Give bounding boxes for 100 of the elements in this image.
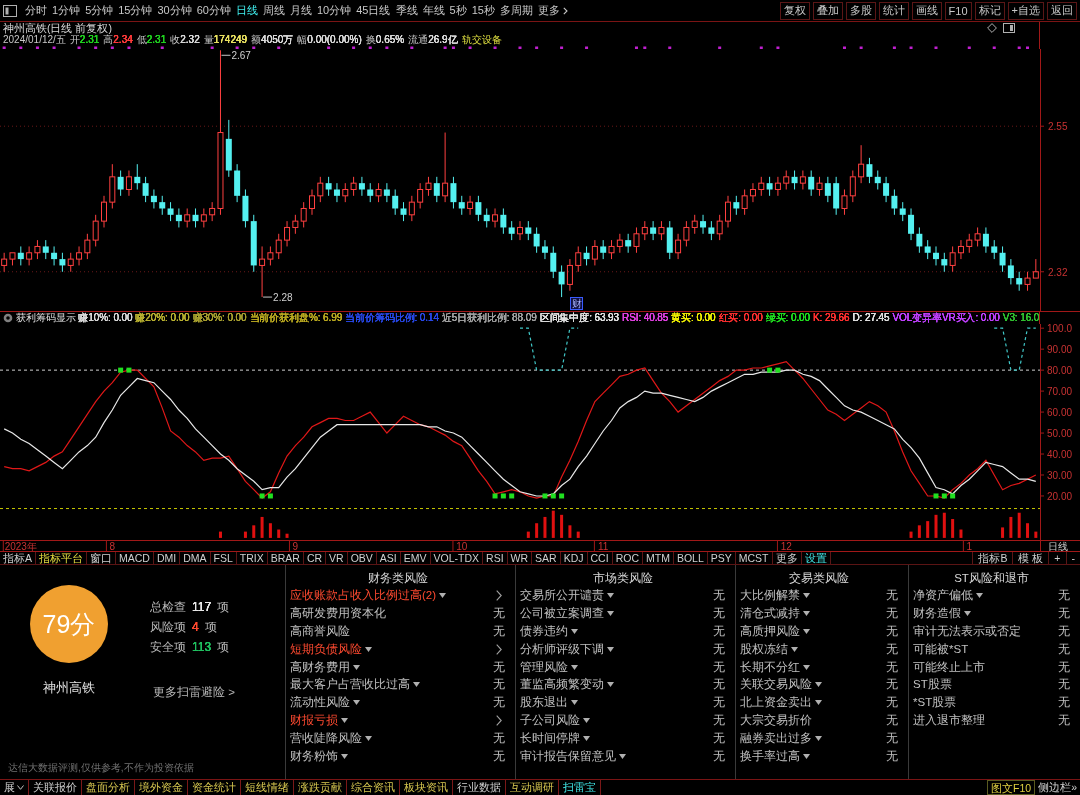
dropdown-caret-icon[interactable] (607, 682, 614, 688)
risk-item-label[interactable]: 流动性风险 (290, 695, 350, 711)
risk-item-label[interactable]: 长期不分红 (740, 659, 800, 675)
dropdown-caret-icon[interactable] (571, 629, 578, 634)
period-tab[interactable]: 1分钟 (51, 1, 82, 20)
period-tab[interactable]: 15分钟 (117, 1, 154, 20)
dropdown-caret-icon[interactable] (365, 646, 372, 652)
risk-item-label[interactable]: 北上资金卖出 (740, 695, 812, 711)
risk-item-label[interactable]: 分析师评级下调 (520, 641, 604, 657)
indicator-tab[interactable]: WR (507, 552, 533, 564)
window-icon[interactable] (1003, 23, 1016, 33)
indicator-tab[interactable]: + (1048, 552, 1066, 564)
diamond-icon[interactable] (987, 23, 998, 33)
risk-item-label[interactable]: 营收陡降风险 (290, 730, 362, 746)
indicator-tab[interactable]: DMA (180, 552, 211, 564)
indicator-tab[interactable]: MACD (116, 552, 154, 564)
dropdown-caret-icon[interactable] (439, 593, 447, 599)
indicator-tab[interactable]: DMI (153, 552, 181, 564)
period-tab[interactable]: 多周期 (498, 1, 534, 20)
indicator-settings-icon[interactable] (3, 313, 13, 323)
indicator-tab[interactable]: BOLL (673, 552, 708, 564)
risk-item-label[interactable]: 财报亏损 (290, 712, 338, 728)
indicator-tab[interactable]: 指标B (972, 552, 1013, 564)
risk-item-label[interactable]: 可能终止上市 (913, 659, 985, 675)
chevron-right-icon[interactable] (496, 714, 502, 726)
risk-item-label[interactable]: 可能被*ST (913, 641, 969, 657)
dropdown-caret-icon[interactable] (803, 664, 810, 670)
risk-item-label[interactable]: 高商誉风险 (290, 624, 350, 639)
risk-item-label[interactable]: 关联交易风险 (740, 677, 812, 693)
indicator-tab[interactable]: KDJ (560, 552, 588, 564)
dropdown-caret-icon[interactable] (353, 664, 360, 670)
risk-item-label[interactable]: 审计报告保留意见 (520, 748, 616, 764)
indicator-tab[interactable]: EMV (400, 552, 431, 564)
indicator-tab[interactable]: RSI (483, 552, 508, 564)
toolbar-button[interactable]: 叠加 (812, 1, 843, 20)
risk-item-label[interactable]: *ST股票 (913, 695, 957, 711)
dropdown-caret-icon[interactable] (815, 735, 822, 741)
panel-tab[interactable]: 扫雷宝 (559, 780, 601, 795)
indicator-tab[interactable]: SAR (532, 552, 561, 564)
toolbar-button[interactable]: 标记 (974, 1, 1005, 20)
panel-button[interactable]: 图文F10 (987, 780, 1036, 795)
risk-item-label[interactable]: 最大客户占营收比过高 (290, 677, 410, 693)
risk-item-label[interactable]: 融券卖出过多 (740, 730, 812, 746)
dropdown-caret-icon[interactable] (815, 682, 822, 688)
period-tab[interactable]: 年线 (421, 1, 446, 20)
period-tab[interactable]: 季线 (394, 1, 419, 20)
risk-item-label[interactable]: 高研发费用资本化 (290, 606, 386, 622)
risk-item-label[interactable]: 净资产偏低 (913, 588, 973, 604)
panel-tab[interactable]: 综合资讯 (347, 780, 400, 795)
panel-tab[interactable]: 短线情绪 (241, 780, 294, 795)
dropdown-caret-icon[interactable] (413, 682, 420, 688)
period-tab[interactable]: 周线 (262, 1, 286, 20)
more-scan-link[interactable]: 更多扫雷避险 > (153, 685, 235, 700)
dropdown-caret-icon[interactable] (341, 753, 348, 759)
toolbar-button[interactable]: +自选 (1007, 1, 1044, 20)
panel-tab[interactable]: 境外资金 (135, 780, 188, 795)
dropdown-caret-icon[interactable] (365, 735, 372, 741)
indicator-tab[interactable]: 指标平台 (36, 552, 87, 564)
sidebar-toggle-icon[interactable] (3, 4, 17, 17)
period-tab[interactable]: 15秒 (470, 1, 496, 20)
dropdown-caret-icon[interactable] (815, 700, 822, 706)
toolbar-button[interactable]: 复权 (779, 1, 810, 20)
risk-item-label[interactable]: 董监高频繁变动 (520, 677, 604, 693)
panel-tab[interactable]: 资金统计 (188, 780, 241, 795)
dropdown-caret-icon[interactable] (607, 611, 614, 617)
risk-item-label[interactable]: 进入退市整理 (913, 712, 985, 728)
risk-item-label[interactable]: 清仓式减持 (740, 606, 800, 622)
indicator-tab[interactable]: 设置 (801, 552, 831, 564)
panel-tab[interactable]: 盘面分析 (82, 780, 135, 795)
dropdown-caret-icon[interactable] (353, 700, 360, 706)
dropdown-caret-icon[interactable] (803, 753, 810, 759)
panel-tab[interactable]: 关联报价 (29, 780, 82, 795)
indicator-tab[interactable]: 模 板 (1012, 552, 1049, 564)
toolbar-button[interactable]: F10 (944, 1, 972, 20)
risk-item-label[interactable]: 股东退出 (520, 695, 568, 711)
risk-item-label[interactable]: 公司被立案调查 (520, 606, 604, 622)
risk-item-label[interactable]: 短期负债风险 (290, 641, 362, 657)
indicator-tab[interactable]: MCST (735, 552, 773, 564)
report-marker[interactable]: 财 (570, 297, 583, 310)
risk-item-label[interactable]: 高质押风险 (740, 624, 800, 639)
dropdown-caret-icon[interactable] (619, 753, 626, 759)
toolbar-button[interactable]: 统计 (878, 1, 909, 20)
toolbar-button[interactable]: 多股 (845, 1, 876, 20)
chevron-right-icon[interactable] (496, 590, 502, 602)
risk-item-label[interactable]: 应收账款占收入比例过高(2) (290, 588, 437, 604)
indicator-tab[interactable]: 指标A (0, 552, 36, 564)
period-tab[interactable]: 45日线 (355, 1, 392, 20)
risk-item-label[interactable]: 长时间停牌 (520, 730, 580, 746)
panel-tab[interactable]: 涨跌贡献 (294, 780, 347, 795)
period-tab[interactable]: 60分钟 (195, 1, 232, 20)
dropdown-caret-icon[interactable] (607, 593, 614, 599)
risk-item-label[interactable]: 股权冻结 (740, 641, 788, 657)
dropdown-caret-icon[interactable] (571, 700, 578, 706)
risk-item-label[interactable]: 管理风险 (520, 659, 568, 675)
panel-tab[interactable]: 板块资讯 (400, 780, 453, 795)
risk-item-label[interactable]: 审计无法表示或否定 (913, 624, 1021, 639)
more-button[interactable]: 更多 (536, 1, 569, 20)
period-tab[interactable]: 5分钟 (84, 1, 115, 20)
dropdown-caret-icon[interactable] (803, 629, 810, 634)
indicator-tab[interactable]: MTM (642, 552, 674, 564)
